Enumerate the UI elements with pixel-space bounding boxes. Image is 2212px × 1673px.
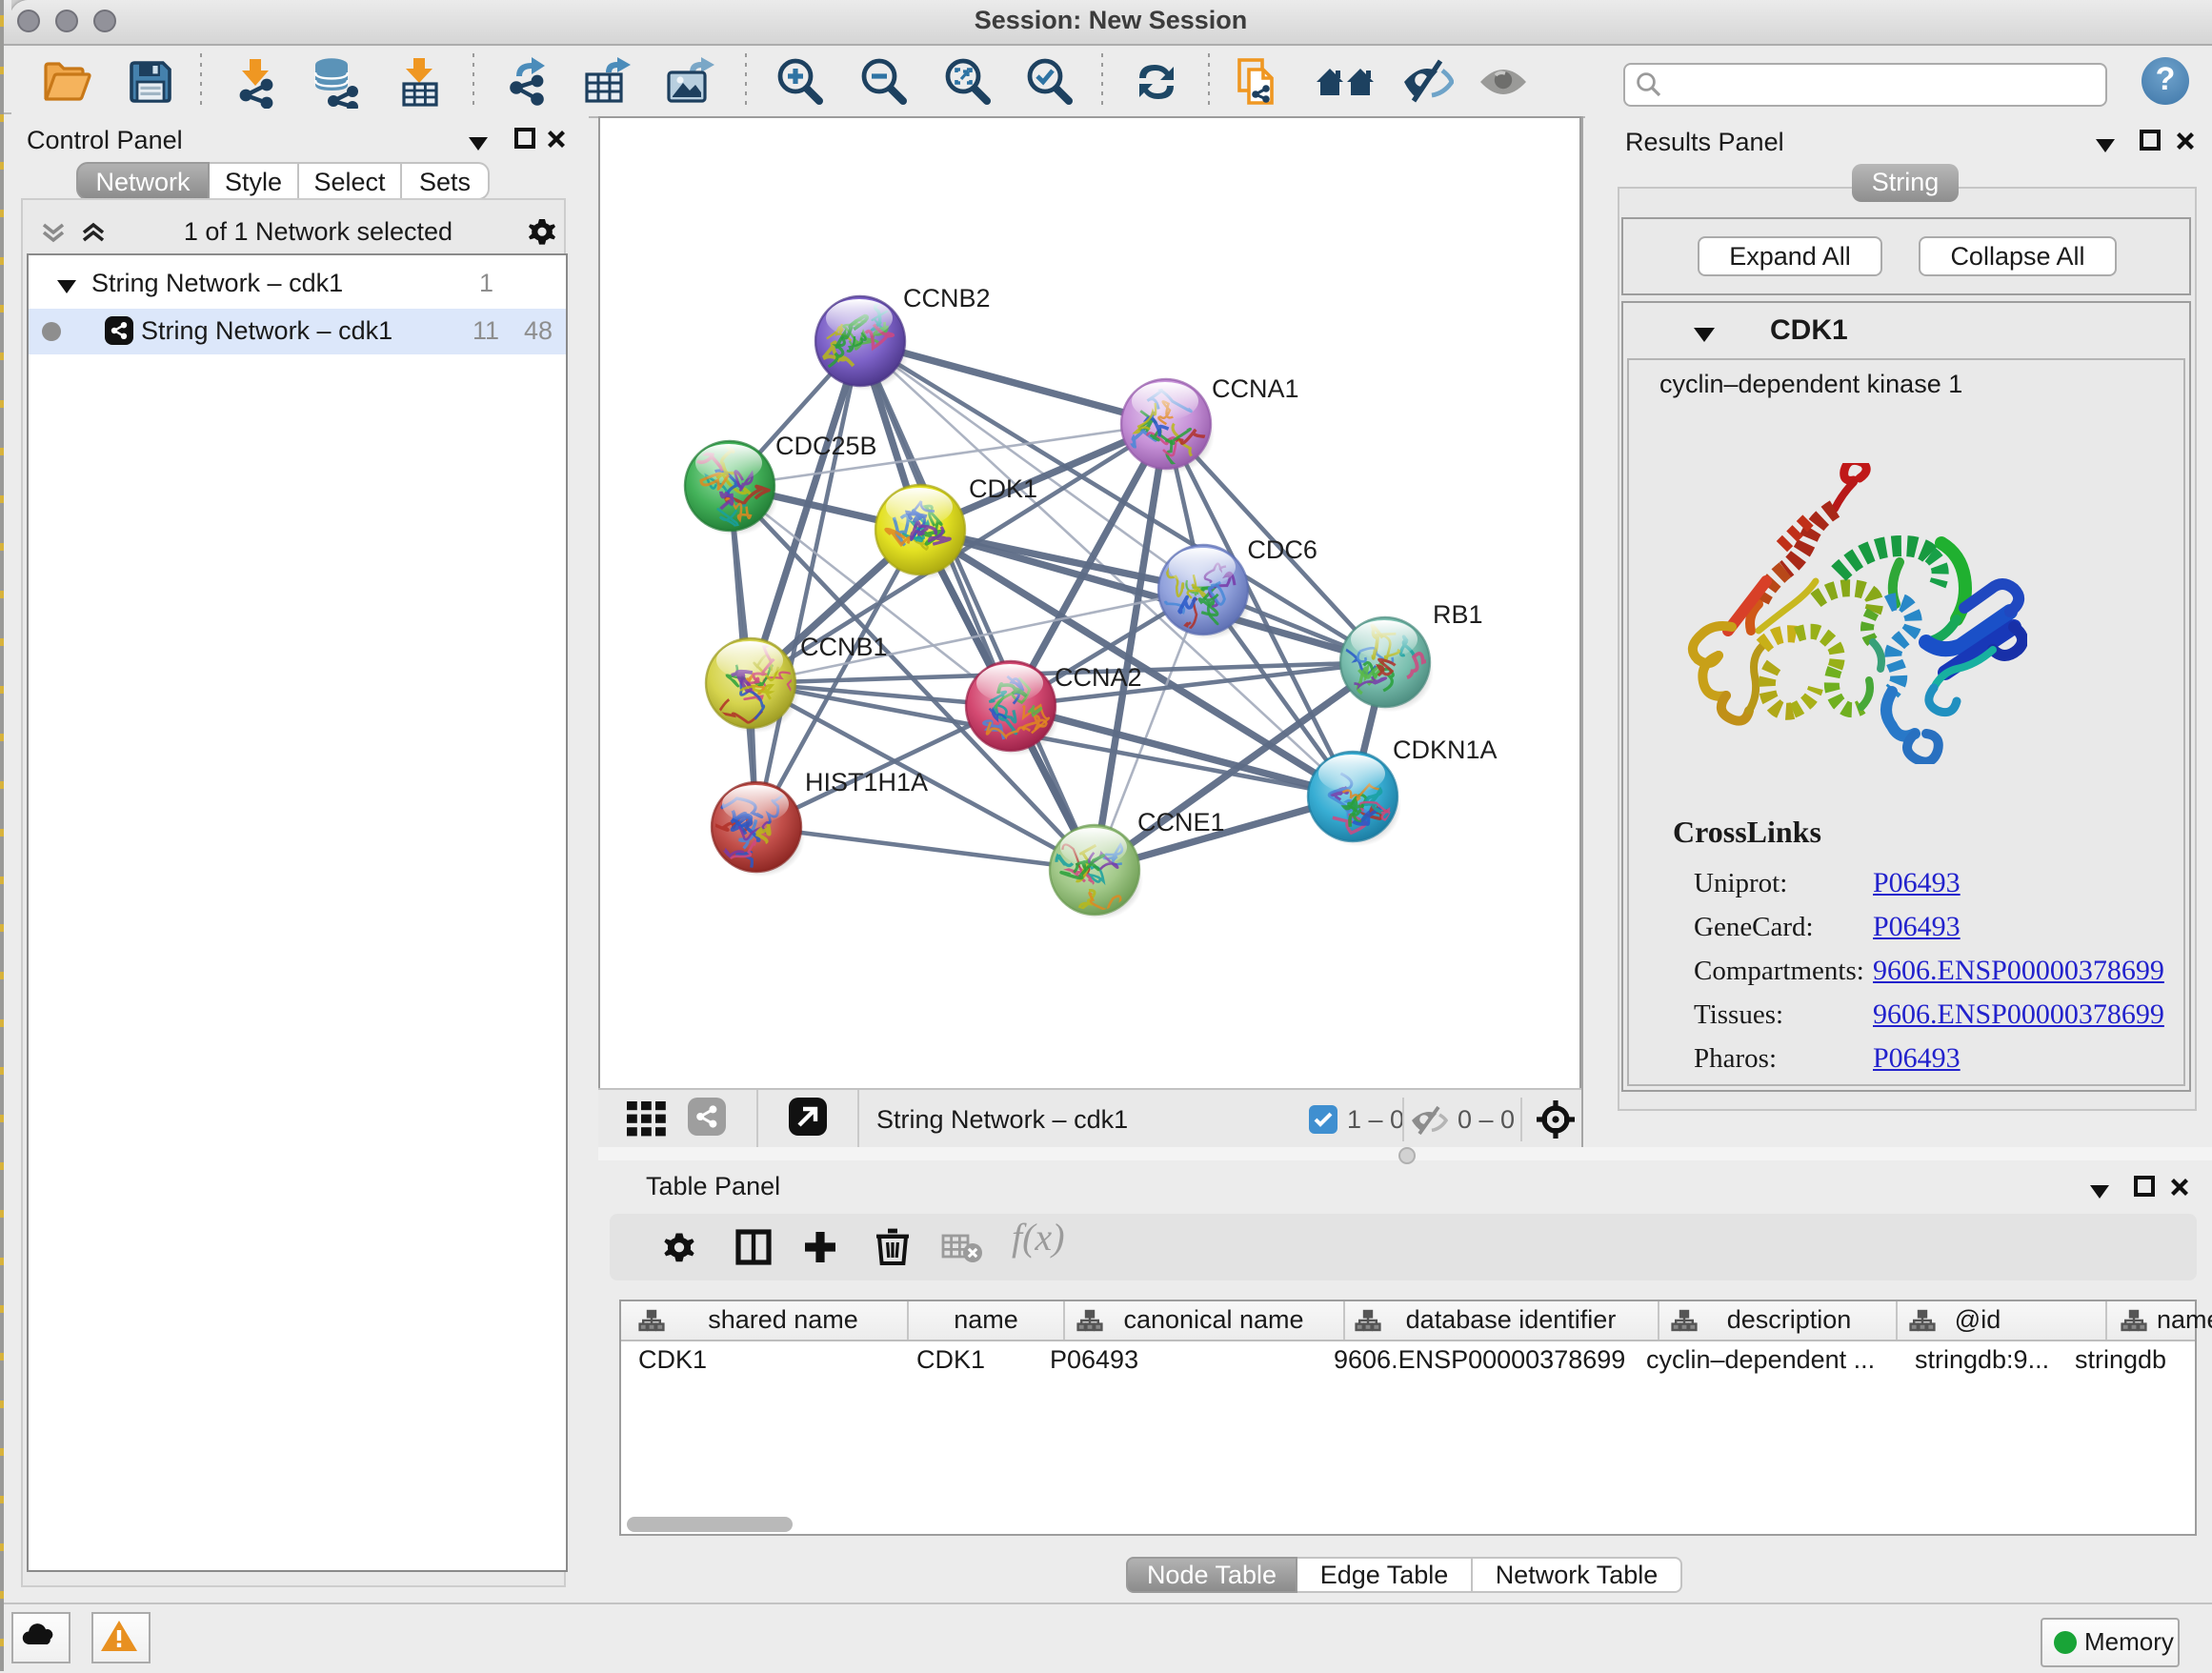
svg-text:RB1: RB1 <box>1432 600 1482 629</box>
svg-text:CDKN1A: CDKN1A <box>1392 736 1497 764</box>
svg-text:CCNB2: CCNB2 <box>902 284 990 312</box>
svg-text:CCNA2: CCNA2 <box>1054 663 1141 692</box>
svg-text:CCNB1: CCNB1 <box>799 633 887 661</box>
svg-text:CDC25B: CDC25B <box>774 432 876 460</box>
svg-text:CDK1: CDK1 <box>968 474 1036 503</box>
svg-text:CCNE1: CCNE1 <box>1136 808 1224 836</box>
svg-text:HIST1H1A: HIST1H1A <box>804 768 927 796</box>
svg-text:CDC6: CDC6 <box>1246 535 1317 564</box>
svg-text:CCNA1: CCNA1 <box>1211 374 1298 403</box>
